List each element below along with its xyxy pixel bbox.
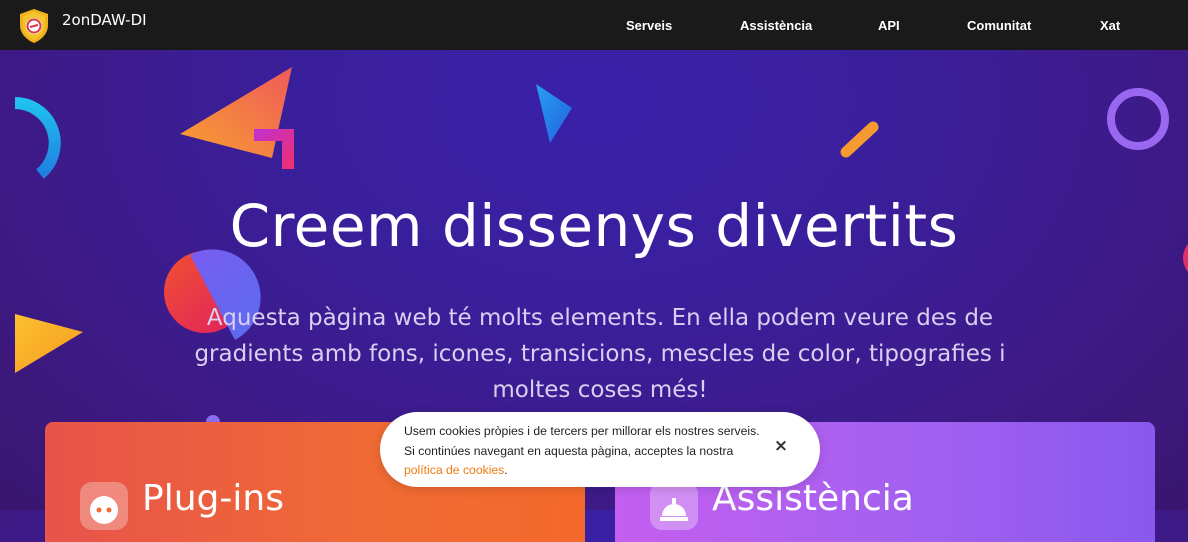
shield-logo-icon [20, 9, 48, 43]
plugins-card-title: Plug-ins [142, 478, 284, 519]
cookie-banner: Usem cookies pròpies i de tercers per mi… [380, 412, 820, 487]
ring-shape-violet [1107, 88, 1169, 150]
nav-api[interactable]: API [878, 18, 900, 33]
cookie-policy-link[interactable]: política de cookies [404, 463, 504, 477]
cookie-message: Usem cookies pròpies i de tercers per mi… [404, 422, 769, 481]
arc-shape-cyan [14, 97, 61, 179]
hero-title: Creem dissenys divertits [229, 192, 959, 260]
hero-text: Aquesta pàgina web té molts elements. En… [194, 305, 1006, 403]
brand-name: 2onDAW-DI [62, 11, 147, 29]
triangle-shape-blue [536, 84, 572, 143]
nav-assistencia[interactable]: Assistència [740, 18, 812, 33]
close-icon[interactable]: × [772, 436, 790, 456]
cookie-text: Usem cookies pròpies i de tercers per mi… [404, 424, 760, 458]
nav-xat[interactable]: Xat [1100, 18, 1120, 33]
top-navbar: 2onDAW-DI Serveis Assistència API Comuni… [0, 0, 1188, 50]
triangle-shape-orange [180, 67, 292, 158]
plug-icon [80, 482, 128, 530]
triangle-shape-yellow [15, 314, 83, 373]
bell-icon [650, 482, 698, 530]
brand[interactable]: 2onDAW-DI [18, 8, 147, 44]
nav-serveis[interactable]: Serveis [626, 18, 672, 33]
cookie-suffix: . [504, 463, 508, 477]
capsule-shape-orange [840, 121, 879, 158]
nav-comunitat[interactable]: Comunitat [967, 18, 1031, 33]
